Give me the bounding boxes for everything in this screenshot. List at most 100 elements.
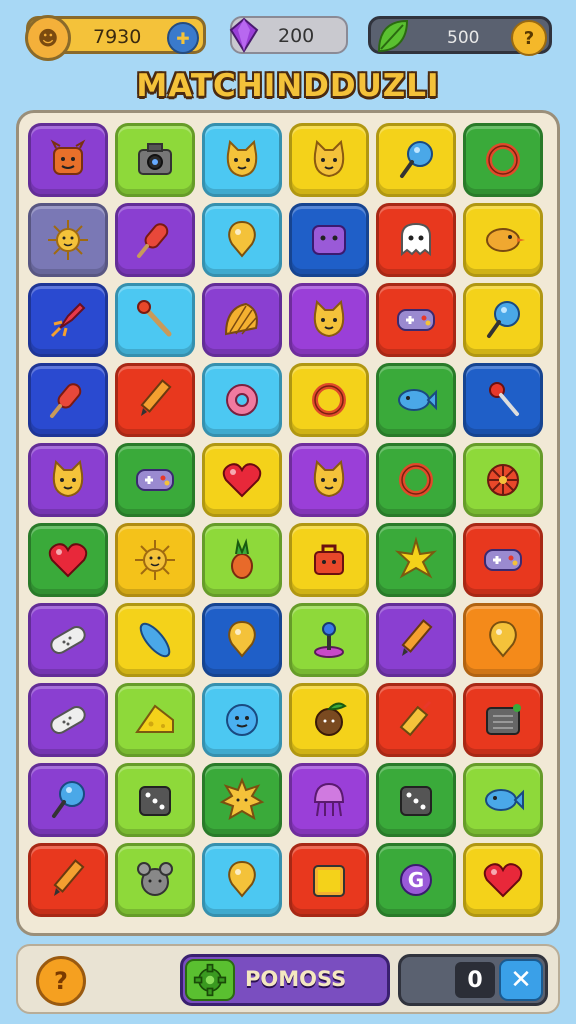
board-tile[interactable] [463, 443, 543, 517]
board-tile[interactable] [463, 843, 543, 917]
cheese-icon [135, 704, 174, 733]
board-tile[interactable] [463, 683, 543, 757]
board-tile[interactable] [202, 203, 282, 277]
board-tile[interactable] [289, 123, 369, 197]
board-tile[interactable] [28, 683, 108, 757]
board-tile[interactable] [115, 603, 195, 677]
ring-icon [399, 463, 433, 497]
board-tile[interactable] [289, 203, 369, 277]
board-tile[interactable] [28, 363, 108, 437]
board-tile[interactable] [289, 523, 369, 597]
board-tile[interactable] [463, 603, 543, 677]
board-tile[interactable] [463, 203, 543, 277]
leaf-icon [377, 19, 409, 53]
board-tile[interactable] [115, 523, 195, 597]
energy-counter[interactable]: 500 ? [368, 16, 552, 56]
coconut-icon [315, 702, 347, 736]
board-tile[interactable] [202, 523, 282, 597]
board-tile[interactable] [463, 523, 543, 597]
bandage-icon [50, 706, 86, 734]
svg-text:G: G [408, 868, 424, 892]
board-tile[interactable] [202, 283, 282, 357]
surfboard-icon [139, 622, 171, 658]
dice-icon [400, 786, 432, 816]
monster-icon [50, 139, 86, 175]
coin-counter[interactable]: ☻ 7930 ✚ [25, 15, 206, 61]
board-tile[interactable] [289, 763, 369, 837]
board-tile[interactable] [463, 363, 543, 437]
board-tile[interactable] [289, 363, 369, 437]
board-tile[interactable] [376, 203, 456, 277]
board-tile[interactable] [115, 363, 195, 437]
board-tile[interactable] [28, 603, 108, 677]
game-title: MATCHINDDUZLI [136, 68, 440, 104]
balloon-icon [489, 620, 517, 658]
board-tile[interactable] [28, 843, 108, 917]
board-tile[interactable] [376, 763, 456, 837]
board-tile[interactable] [115, 763, 195, 837]
board-tile[interactable] [376, 123, 456, 197]
board-tile[interactable] [115, 843, 195, 917]
board-tile[interactable] [376, 603, 456, 677]
board-tile[interactable] [463, 763, 543, 837]
board-tile[interactable] [202, 843, 282, 917]
match-icon [137, 300, 172, 337]
board-tile[interactable] [115, 203, 195, 277]
lion-icon: ☻ [25, 15, 71, 61]
board-tile[interactable] [28, 123, 108, 197]
donut-icon [226, 384, 258, 416]
board-tile[interactable] [376, 283, 456, 357]
lollipop-icon [52, 781, 85, 818]
board-tile[interactable] [463, 123, 543, 197]
board-tile[interactable] [202, 123, 282, 197]
hint-button[interactable]: ? [36, 956, 86, 1006]
popsicle-icon [137, 223, 169, 258]
gamepad-icon [136, 469, 174, 491]
board-tile[interactable] [115, 683, 195, 757]
game-board: G [16, 110, 560, 936]
board-tile[interactable] [289, 283, 369, 357]
board-tile[interactable] [28, 443, 108, 517]
board-tile[interactable] [376, 523, 456, 597]
popsicle-icon [50, 383, 82, 418]
board-tile[interactable] [202, 363, 282, 437]
help-coin-icon[interactable]: ? [511, 20, 547, 56]
board-tile[interactable] [202, 683, 282, 757]
board-tile[interactable] [289, 683, 369, 757]
board-tile[interactable] [376, 363, 456, 437]
toast-icon [313, 865, 345, 897]
energy-count: 500 [447, 28, 480, 48]
board-tile[interactable] [376, 683, 456, 757]
board-tile[interactable] [28, 203, 108, 277]
board-tile[interactable] [115, 283, 195, 357]
gem-counter[interactable]: 200 [229, 16, 348, 54]
board-tile[interactable] [202, 763, 282, 837]
close-button[interactable]: ✕ [499, 959, 543, 1001]
power-label: POMOSS [245, 967, 347, 991]
box-face-icon [312, 225, 346, 255]
board-tile[interactable] [115, 443, 195, 517]
board-tile[interactable] [202, 603, 282, 677]
cat-face-icon [313, 139, 345, 178]
board-tile[interactable] [289, 843, 369, 917]
board-tile[interactable] [289, 603, 369, 677]
sun-face-icon [219, 777, 265, 821]
heart-icon [483, 863, 523, 898]
board-tile[interactable] [376, 443, 456, 517]
power-button[interactable]: POMOSS [180, 954, 390, 1006]
board-tile[interactable] [28, 523, 108, 597]
score-panel: 0 ✕ [398, 954, 548, 1006]
shell-icon [224, 302, 258, 336]
board-tile[interactable] [202, 443, 282, 517]
ghost-icon [401, 222, 431, 257]
board-tile[interactable] [289, 443, 369, 517]
board-tile[interactable]: G [376, 843, 456, 917]
mouse-icon [137, 862, 173, 896]
pencil-icon [53, 859, 85, 896]
board-tile[interactable] [28, 283, 108, 357]
board-tile[interactable] [28, 763, 108, 837]
ring-icon [486, 143, 520, 177]
board-tile[interactable] [463, 283, 543, 357]
board-tile[interactable] [115, 123, 195, 197]
add-icon[interactable]: ✚ [167, 22, 199, 54]
